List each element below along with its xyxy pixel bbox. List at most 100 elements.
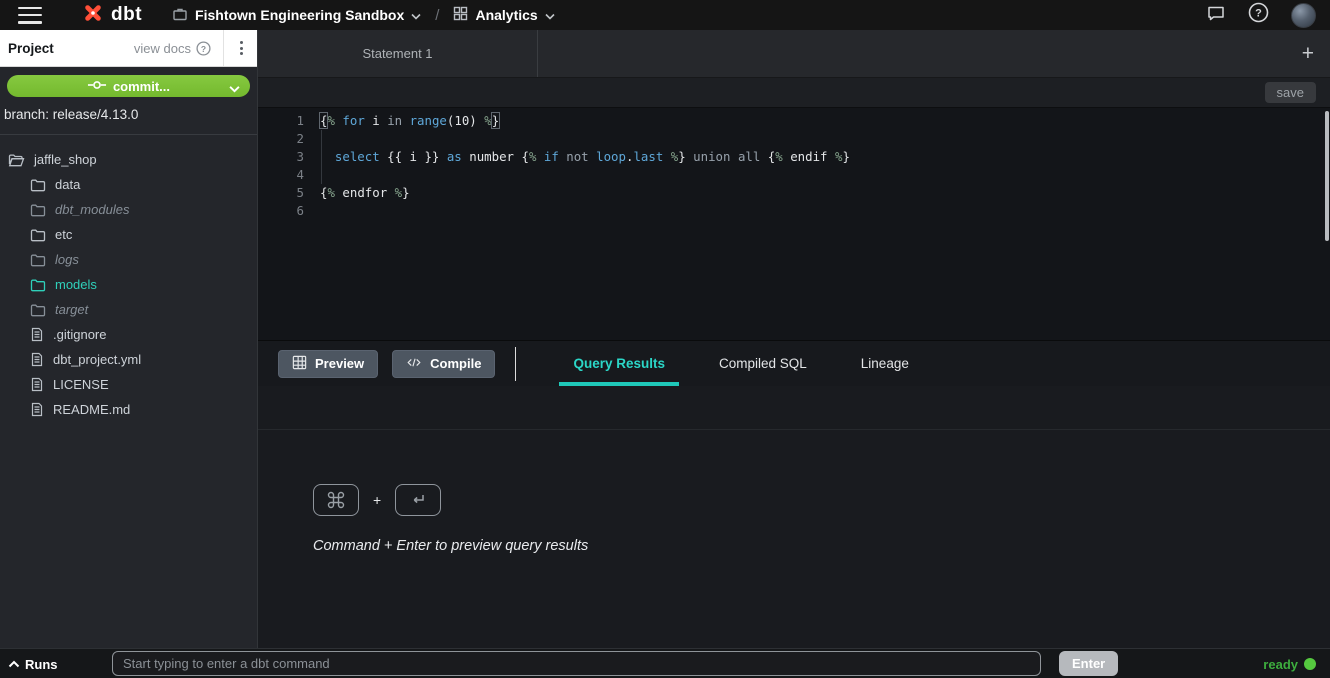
- tree-item-logs[interactable]: logs: [0, 247, 257, 272]
- tree-item-data[interactable]: data: [0, 172, 257, 197]
- preview-button[interactable]: Preview: [278, 350, 378, 378]
- tree-item-jaffle-shop[interactable]: jaffle_shop: [0, 147, 257, 172]
- results-tab-query-results[interactable]: Query Results: [559, 341, 679, 386]
- project-switcher[interactable]: Analytics: [453, 6, 554, 24]
- folder-open-icon: [8, 153, 25, 167]
- return-icon: [407, 490, 429, 510]
- account-switcher[interactable]: Fishtown Engineering Sandbox: [172, 6, 421, 25]
- question-circle-icon: ?: [196, 41, 211, 56]
- code-line-6: 6: [258, 202, 1330, 220]
- panel-title: Project: [8, 41, 54, 56]
- help-button[interactable]: ?: [1248, 2, 1269, 28]
- tree-item-etc[interactable]: etc: [0, 222, 257, 247]
- tree-item-dbt-project-yml[interactable]: dbt_project.yml: [0, 347, 257, 372]
- line-number: 3: [258, 148, 304, 166]
- indent-guide: [321, 130, 322, 184]
- hint-text: Command + Enter to preview query results: [313, 538, 1330, 554]
- folder-icon: [30, 303, 46, 317]
- results-tab-compiled-sql[interactable]: Compiled SQL: [705, 341, 821, 386]
- grid-icon: [453, 6, 468, 24]
- results-tab-lineage[interactable]: Lineage: [847, 341, 923, 386]
- status-dot: [1304, 658, 1316, 670]
- command-icon: [326, 490, 346, 510]
- command-input[interactable]: [112, 651, 1041, 676]
- folder-icon: [30, 203, 46, 217]
- file-tree: jaffle_shopdatadbt_modulesetclogsmodelst…: [0, 135, 257, 422]
- compile-button[interactable]: Compile: [392, 350, 495, 378]
- commit-button[interactable]: commit...: [7, 75, 250, 97]
- tree-item-license[interactable]: LICENSE: [0, 372, 257, 397]
- runs-toggle[interactable]: Runs: [8, 649, 58, 678]
- runs-label: Runs: [25, 657, 58, 672]
- svg-text:?: ?: [1255, 8, 1262, 20]
- folder-icon: [30, 228, 46, 242]
- new-tab-button[interactable]: +: [1296, 30, 1320, 77]
- code-line-4: 4: [258, 166, 1330, 184]
- chevron-up-icon: [8, 660, 20, 668]
- code-line-3: 3 select {{ i }} as number {% if not loo…: [258, 148, 1330, 166]
- toolbar-divider: [515, 347, 516, 381]
- tree-item-target[interactable]: target: [0, 297, 257, 322]
- file-icon: [30, 352, 44, 367]
- menu-button[interactable]: [18, 7, 42, 24]
- dbt-logo-text: dbt: [111, 4, 142, 26]
- commit-section: commit...: [0, 67, 257, 97]
- file-icon: [30, 327, 44, 342]
- status-label: ready: [1263, 657, 1298, 672]
- feedback-button[interactable]: [1206, 3, 1226, 28]
- dbt-logo[interactable]: dbt: [80, 0, 142, 31]
- results-toolbar: Preview Compile Query Results Compiled SQ…: [258, 340, 1330, 386]
- project-name: Analytics: [475, 7, 537, 23]
- line-number: 4: [258, 166, 304, 184]
- breadcrumb-separator: /: [435, 7, 439, 24]
- tree-item--gitignore[interactable]: .gitignore: [0, 322, 257, 347]
- command-keycap: [313, 484, 359, 516]
- save-button[interactable]: save: [1265, 82, 1316, 103]
- line-number: 6: [258, 202, 304, 220]
- folder-icon: [30, 253, 46, 267]
- tree-item-readme-md[interactable]: README.md: [0, 397, 257, 422]
- kebab-menu-button[interactable]: [234, 37, 249, 59]
- code-lines: 1{% for i in range(10) %}23 select {{ i …: [258, 108, 1330, 220]
- file-icon: [30, 377, 44, 392]
- editor-scrollbar[interactable]: [1325, 111, 1329, 241]
- view-docs-link[interactable]: view docs ?: [134, 41, 211, 56]
- briefcase-icon: [172, 6, 188, 25]
- branch-label: branch: release/4.13.0: [0, 97, 257, 135]
- user-avatar[interactable]: [1291, 3, 1316, 28]
- results-divider: [258, 386, 1330, 430]
- code-editor[interactable]: 1{% for i in range(10) %}23 select {{ i …: [258, 108, 1330, 340]
- code-line-1: 1{% for i in range(10) %}: [258, 112, 1330, 130]
- results-tabs: Query Results Compiled SQL Lineage: [546, 341, 935, 386]
- code-icon: [406, 355, 422, 373]
- top-navigation-bar: dbt Fishtown Engineering Sandbox / Analy…: [0, 0, 1330, 30]
- dbt-logo-mark-icon: [80, 0, 106, 31]
- sidebar-header: Project view docs ?: [0, 30, 257, 67]
- svg-text:?: ?: [201, 43, 206, 53]
- line-number: 5: [258, 184, 304, 202]
- code-line-2: 2: [258, 130, 1330, 148]
- shortcut-hint: + Command + Enter to preview query resul…: [258, 430, 1330, 554]
- account-name: Fishtown Engineering Sandbox: [195, 7, 404, 23]
- tree-item-dbt-modules[interactable]: dbt_modules: [0, 197, 257, 222]
- table-icon: [292, 355, 307, 373]
- project-sidebar: Project view docs ? commit...: [0, 30, 258, 648]
- chevron-down-icon: [411, 7, 421, 23]
- folder-icon: [30, 178, 46, 192]
- tab-statement-1[interactable]: Statement 1: [258, 30, 538, 77]
- command-bar: Runs Enter ready: [0, 648, 1330, 678]
- results-panel: + Command + Enter to preview query resul…: [258, 386, 1330, 648]
- folder-icon: [30, 278, 46, 292]
- editor-actionbar: save: [258, 78, 1330, 108]
- git-commit-icon: [87, 79, 107, 94]
- chevron-down-icon: [229, 81, 240, 96]
- editor-tabbar: Statement 1 +: [258, 30, 1330, 78]
- tree-item-models[interactable]: models: [0, 272, 257, 297]
- chevron-down-icon: [545, 7, 555, 23]
- status-indicator: ready: [1263, 649, 1316, 678]
- plus-text: +: [373, 492, 381, 508]
- file-icon: [30, 402, 44, 417]
- enter-keycap: [395, 484, 441, 516]
- enter-button[interactable]: Enter: [1059, 651, 1118, 676]
- line-number: 2: [258, 130, 304, 148]
